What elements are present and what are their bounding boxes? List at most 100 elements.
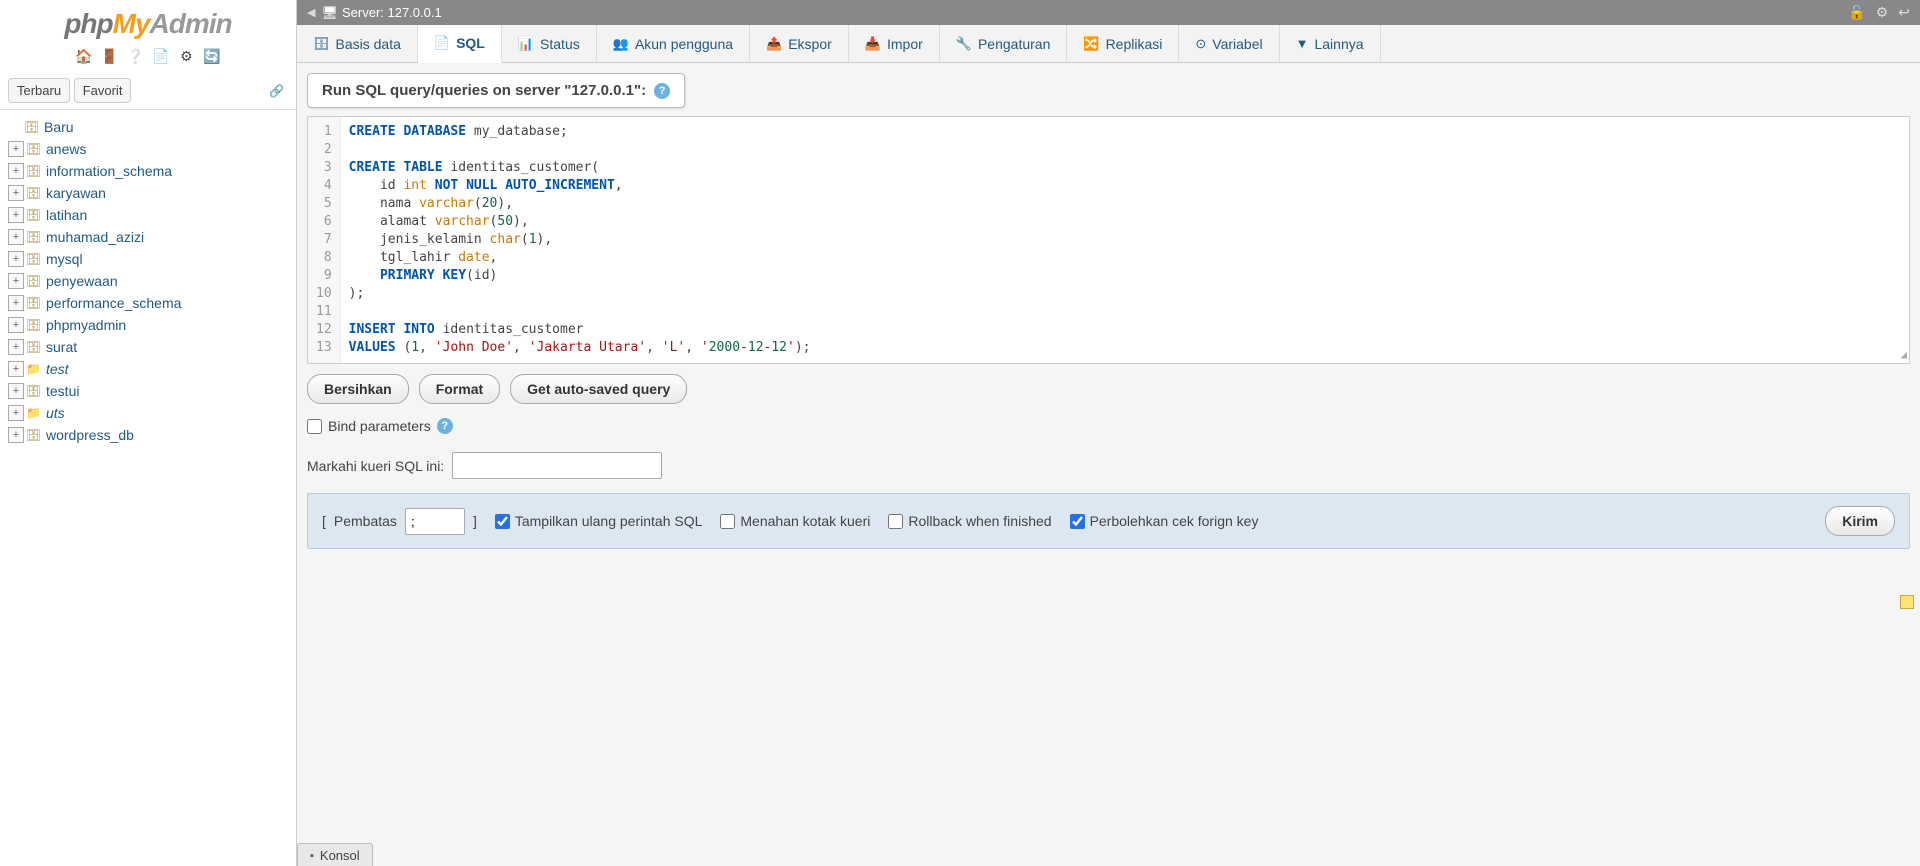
expand-icon[interactable]: +	[8, 163, 24, 179]
help-icon[interactable]: ?	[437, 418, 453, 434]
tree-db-item[interactable]: +🗄wordpress_db	[4, 424, 292, 446]
bersihkan-button[interactable]: Bersihkan	[307, 374, 409, 404]
sql-editor[interactable]: 12345678910111213 CREATE DATABASE my_dat…	[307, 116, 1910, 364]
rollback-checkbox[interactable]	[888, 514, 903, 529]
settings-icon[interactable]: ⚙	[177, 48, 195, 66]
tab-terbaru[interactable]: Terbaru	[8, 78, 70, 103]
tree-db-item[interactable]: +🗄latihan	[4, 204, 292, 226]
nav-ekspor[interactable]: 📤Ekspor	[750, 25, 849, 62]
tree-db-item[interactable]: +📁 test	[4, 358, 292, 380]
tree-db-item[interactable]: +🗄 phpmyadmin	[4, 314, 292, 336]
expand-icon[interactable]: +	[8, 405, 24, 421]
nav-sql[interactable]: 📄SQL	[418, 25, 502, 63]
link-icon[interactable]: 🔗	[269, 84, 284, 98]
db-label: phpmyadmin	[46, 317, 126, 333]
markahi-input[interactable]	[452, 452, 662, 479]
expand-icon[interactable]: +	[8, 295, 24, 311]
db-label: surat	[46, 339, 77, 355]
pembatas-label: Pembatas	[334, 513, 397, 529]
gear-icon[interactable]: ⚙	[1876, 4, 1889, 21]
expand-icon[interactable]: +	[8, 317, 24, 333]
folder-icon: 📁	[26, 362, 42, 376]
autosaved-button[interactable]: Get auto-saved query	[510, 374, 687, 404]
database-icon: 🗄	[26, 186, 42, 200]
nav-lainnya[interactable]: ▼Lainnya	[1280, 25, 1381, 62]
main: ◀ 🖥 Server: 127.0.0.1 🔓 ⚙ ↩ 🗄Basis data📄…	[297, 0, 1920, 866]
expand-icon[interactable]: +	[8, 339, 24, 355]
tree-db-item[interactable]: +🗄 surat	[4, 336, 292, 358]
options-bar: [ Pembatas ] Tampilkan ulang perintah SQ…	[307, 493, 1910, 549]
db-label: anews	[46, 141, 86, 157]
nav-icon: 🔧	[956, 36, 972, 52]
database-icon: 🗄	[26, 296, 42, 310]
help-icon[interactable]: ?	[654, 83, 670, 99]
kirim-button[interactable]: Kirim	[1825, 506, 1895, 536]
tree-db-item[interactable]: +🗄mysql	[4, 248, 292, 270]
tampilkan-checkbox[interactable]	[495, 514, 510, 529]
tree-db-item[interactable]: +🗄 performance_schema	[4, 292, 292, 314]
server-label[interactable]: Server: 127.0.0.1	[342, 5, 442, 20]
db-label: penyewaan	[46, 273, 118, 289]
collapse-icon[interactable]: ◀	[307, 6, 315, 19]
resize-handle[interactable]: ◢	[1900, 348, 1907, 361]
expand-icon[interactable]: +	[8, 229, 24, 245]
reload-icon[interactable]: 🔄	[203, 48, 221, 66]
expand-icon[interactable]: +	[8, 361, 24, 377]
nav-akun-pengguna[interactable]: 👥Akun pengguna	[597, 25, 750, 62]
docs-icon[interactable]: ❔	[126, 48, 144, 66]
tree-db-item[interactable]: +📁uts	[4, 402, 292, 424]
expand-icon[interactable]: +	[8, 273, 24, 289]
db-label: test	[46, 361, 69, 377]
tab-favorit[interactable]: Favorit	[74, 78, 132, 103]
db-label: performance_schema	[46, 295, 181, 311]
tree-new[interactable]: 🗄 Baru	[4, 116, 292, 138]
nav-variabel[interactable]: ⊙Variabel	[1179, 25, 1279, 62]
tree-db-item[interactable]: +🗄anews	[4, 138, 292, 160]
database-icon: 🗄	[26, 318, 42, 332]
format-button[interactable]: Format	[419, 374, 500, 404]
expand-icon[interactable]: +	[8, 207, 24, 223]
nav-icon: 👥	[613, 36, 629, 52]
nav-status[interactable]: 📊Status	[502, 25, 597, 62]
nav-impor[interactable]: 📥Impor	[849, 25, 940, 62]
logo[interactable]: phpMyAdmin	[0, 0, 296, 44]
nav-icon: ⊙	[1195, 36, 1206, 52]
nav-icon: 📥	[865, 36, 881, 52]
tree-db-item[interactable]: +🗄karyawan	[4, 182, 292, 204]
tree-db-item[interactable]: +🗄information_schema	[4, 160, 292, 182]
exit-icon[interactable]: ↩	[1898, 4, 1910, 21]
nav-icon: 🗄	[313, 36, 330, 52]
folder-icon: 📁	[26, 406, 42, 420]
home-icon[interactable]: 🏠	[75, 48, 93, 66]
menahan-checkbox[interactable]	[720, 514, 735, 529]
bind-params-checkbox[interactable]	[307, 419, 322, 434]
expand-icon[interactable]: +	[8, 427, 24, 443]
top-nav: 🗄Basis data📄SQL📊Status👥Akun pengguna📤Eks…	[297, 25, 1920, 63]
expand-icon[interactable]: +	[8, 251, 24, 267]
nav-replikasi[interactable]: 🔀Replikasi	[1067, 25, 1179, 62]
expand-icon[interactable]: +	[8, 383, 24, 399]
nav-basis-data[interactable]: 🗄Basis data	[297, 25, 418, 62]
tree-db-item[interactable]: +🗄testui	[4, 380, 292, 402]
nav-pengaturan[interactable]: 🔧Pengaturan	[940, 25, 1068, 62]
bookmark-icon[interactable]	[1900, 595, 1914, 609]
database-icon: 🗄	[26, 164, 42, 178]
db-label: mysql	[46, 251, 83, 267]
server-icon: 🖥	[321, 5, 338, 21]
nav-icon: ▼	[1296, 36, 1309, 51]
db-label: latihan	[46, 207, 87, 223]
expand-icon[interactable]: +	[8, 141, 24, 157]
expand-icon[interactable]: +	[8, 185, 24, 201]
lock-icon[interactable]: 🔓	[1848, 4, 1865, 21]
perbolehkan-checkbox[interactable]	[1070, 514, 1085, 529]
logout-icon[interactable]: 🚪	[101, 48, 119, 66]
database-icon: 🗄	[26, 340, 42, 354]
pembatas-input[interactable]	[405, 508, 465, 535]
sql-icon[interactable]: 📄	[152, 48, 170, 66]
tree-db-item[interactable]: +🗄muhamad_azizi	[4, 226, 292, 248]
db-label: muhamad_azizi	[46, 229, 144, 245]
code-area[interactable]: CREATE DATABASE my_database; CREATE TABL…	[341, 117, 1909, 363]
konsol-bar[interactable]: ▪ Konsol	[297, 843, 373, 866]
tree-db-item[interactable]: +🗄penyewaan	[4, 270, 292, 292]
recent-tabs: Terbaru Favorit 🔗	[0, 72, 296, 110]
